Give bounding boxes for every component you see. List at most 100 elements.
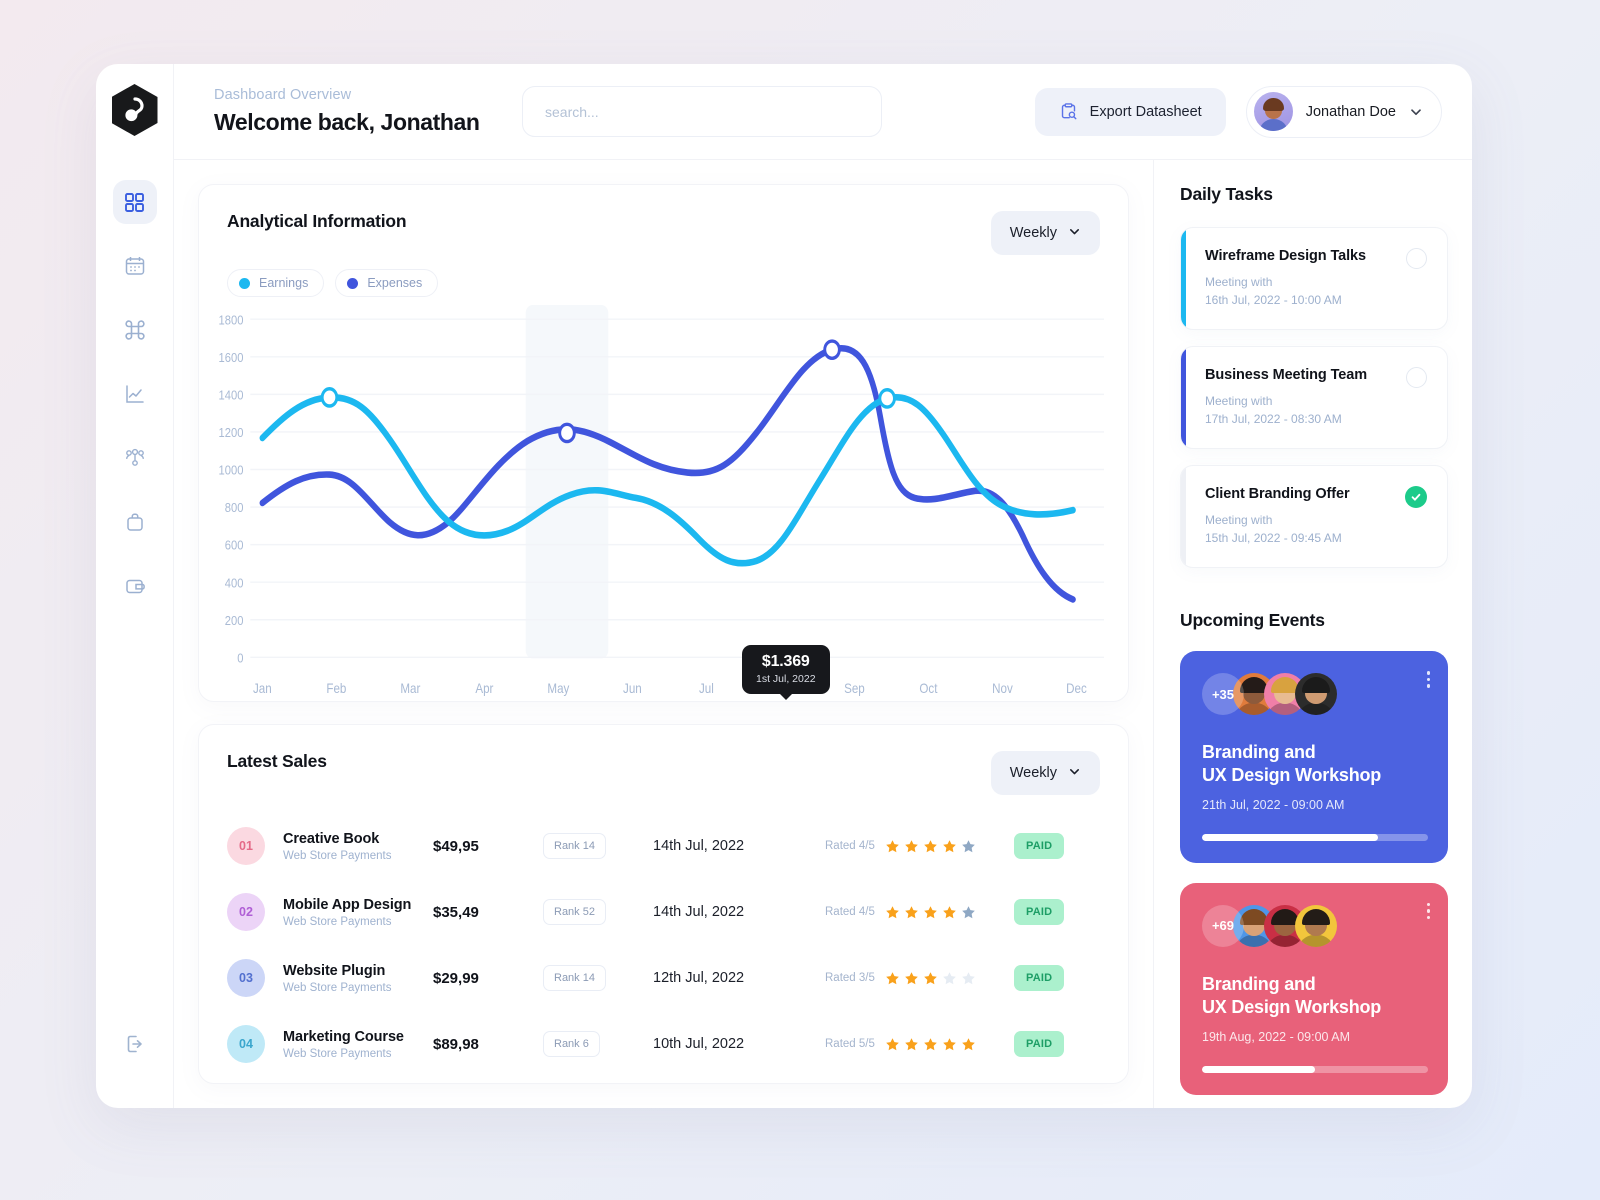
sidebar-nav — [112, 180, 157, 608]
sidebar-item-wallet[interactable] — [113, 564, 157, 608]
right-pane: Daily Tasks Wireframe Design Talks Meeti… — [1154, 160, 1472, 1108]
star-icon — [962, 971, 975, 984]
chart-plot-area[interactable]: 1800 1600 1400 1200 1000 800 600 400 200 0 — [199, 297, 1128, 701]
sidebar-item-analytics[interactable] — [113, 372, 157, 416]
attendee-overflow-count: +69 — [1202, 904, 1244, 947]
user-menu[interactable]: Jonathan Doe — [1245, 85, 1442, 138]
event-card[interactable]: +69 Branding and UX Design Workshop 19th … — [1180, 882, 1448, 1095]
sidebar-item-dashboard[interactable] — [112, 180, 157, 224]
avatar — [1253, 92, 1293, 131]
star-icon — [924, 971, 937, 984]
analytical-information-card: Analytical Information Weekly Earnings E… — [198, 184, 1129, 702]
export-datasheet-button[interactable]: Export Datasheet — [1034, 87, 1226, 136]
legend-item-expenses[interactable]: Expenses — [335, 269, 439, 297]
task-item[interactable]: Wireframe Design Talks Meeting with 16th … — [1180, 227, 1448, 330]
user-name: Jonathan Doe — [1305, 103, 1396, 120]
sales-title: Latest Sales — [227, 751, 327, 771]
svg-text:Jul: Jul — [699, 681, 714, 696]
svg-text:Feb: Feb — [326, 681, 346, 696]
star-icon — [905, 971, 918, 984]
task-checkbox[interactable] — [1406, 367, 1427, 388]
row-date: 12th Jul, 2022 — [653, 970, 745, 986]
event-card[interactable]: +35 Branding and UX Design Workshop 21th … — [1180, 651, 1448, 863]
command-icon — [124, 320, 145, 340]
task-meta: Meeting with 15th Jul, 2022 - 09:45 AM — [1205, 513, 1342, 545]
topbar-actions: Export Datasheet Jonathan Doe — [1034, 85, 1442, 138]
table-row[interactable]: 01 Creative Book Web Store Payments $49,… — [227, 813, 1100, 879]
svg-text:1600: 1600 — [219, 350, 244, 365]
row-rank-badge: Rank 14 — [543, 833, 606, 859]
row-rank-cell: Rank 14 — [543, 833, 653, 859]
task-meta: Meeting with 17th Jul, 2022 - 08:30 AM — [1205, 394, 1342, 426]
sidebar-item-projects[interactable] — [113, 500, 157, 544]
row-product: Website Plugin Web Store Payments — [265, 963, 433, 994]
search-placeholder-text: search... — [545, 103, 599, 120]
row-rating: Rated 4/5 — [825, 839, 1014, 854]
table-row[interactable]: 04 Marketing Course Web Store Payments $… — [227, 1011, 1100, 1077]
star-icon — [943, 971, 956, 984]
attendee-overflow-count: +35 — [1202, 673, 1244, 715]
more-options-icon[interactable] — [1426, 671, 1430, 688]
status-badge: PAID — [1014, 833, 1065, 859]
breadcrumb: Dashboard Overview — [214, 87, 352, 103]
chart-marker-expenses-may — [558, 422, 576, 444]
daily-tasks-list: Wireframe Design Talks Meeting with 16th … — [1180, 227, 1448, 568]
legend-item-earnings[interactable]: Earnings — [227, 269, 325, 297]
svg-text:400: 400 — [225, 575, 244, 590]
sales-period-dropdown[interactable]: Weekly — [990, 751, 1100, 795]
row-product-sub: Web Store Payments — [283, 981, 392, 994]
star-icon — [905, 839, 918, 852]
task-checkbox-checked[interactable] — [1405, 486, 1427, 508]
row-price: $29,99 — [433, 969, 479, 987]
sidebar — [96, 64, 174, 1108]
star-icon — [905, 905, 918, 918]
chart-period-dropdown[interactable]: Weekly — [990, 211, 1100, 255]
row-product-name: Mobile App Design — [283, 896, 412, 913]
svg-text:Dec: Dec — [1066, 681, 1087, 696]
task-checkbox[interactable] — [1406, 248, 1427, 269]
star-icon — [924, 905, 937, 918]
row-product-sub: Web Store Payments — [283, 1047, 392, 1060]
grid-dashboard-icon — [125, 192, 144, 212]
row-rank-cell: Rank 14 — [543, 965, 653, 991]
row-price: $49,95 — [433, 837, 479, 855]
table-row[interactable]: 02 Mobile App Design Web Store Payments … — [227, 879, 1100, 945]
event-title: Branding and UX Design Workshop — [1202, 742, 1382, 786]
calendar-icon — [125, 257, 144, 275]
event-attendees: +69 — [1202, 904, 1428, 947]
svg-text:200: 200 — [225, 613, 244, 628]
star-icon — [886, 905, 899, 918]
star-icon — [886, 1037, 899, 1050]
row-number-badge: 04 — [227, 1025, 265, 1063]
row-rated-label: Rated 4/5 — [825, 906, 875, 918]
task-item[interactable]: Client Branding Offer Meeting with 15th J… — [1180, 465, 1448, 568]
row-stars — [885, 1037, 976, 1052]
chart-legend: Earnings Expenses — [199, 255, 1128, 297]
row-rating: Rated 5/5 — [825, 1037, 1014, 1052]
row-rating: Rated 3/5 — [825, 971, 1014, 986]
logout-button[interactable] — [113, 1022, 157, 1066]
table-row[interactable]: 03 Website Plugin Web Store Payments $29… — [227, 945, 1100, 1011]
sidebar-item-shortcuts[interactable] — [113, 308, 157, 352]
sidebar-item-team[interactable] — [113, 436, 157, 480]
svg-text:0: 0 — [237, 651, 243, 666]
task-text: Client Branding Offer Meeting with 15th J… — [1205, 486, 1350, 547]
chart-x-axis-labels: Jan Feb Mar Apr May Jun Jul Aug Sep Oct Nov Dec — [253, 681, 1087, 696]
row-product: Marketing Course Web Store Payments — [265, 1029, 433, 1060]
task-item[interactable]: Business Meeting Team Meeting with 17th J… — [1180, 346, 1448, 449]
title-block: Dashboard Overview Welcome back, Jonatha… — [214, 87, 504, 136]
svg-text:1200: 1200 — [219, 425, 244, 440]
more-options-icon[interactable] — [1426, 902, 1430, 920]
legend-label-expenses: Expenses — [367, 276, 423, 290]
task-name: Client Branding Offer — [1205, 486, 1350, 502]
search-input[interactable]: search... — [522, 86, 882, 137]
sidebar-item-calendar[interactable] — [113, 244, 157, 288]
row-date: 14th Jul, 2022 — [653, 838, 745, 854]
row-stars — [885, 905, 976, 920]
chevron-down-icon — [1068, 225, 1081, 242]
wallet-icon — [125, 579, 145, 594]
chart-marker-earnings-oct — [878, 388, 896, 409]
row-rank-cell: Rank 6 — [543, 1031, 653, 1057]
svg-text:Aug: Aug — [770, 681, 791, 696]
legend-label-earnings: Earnings — [259, 276, 309, 290]
